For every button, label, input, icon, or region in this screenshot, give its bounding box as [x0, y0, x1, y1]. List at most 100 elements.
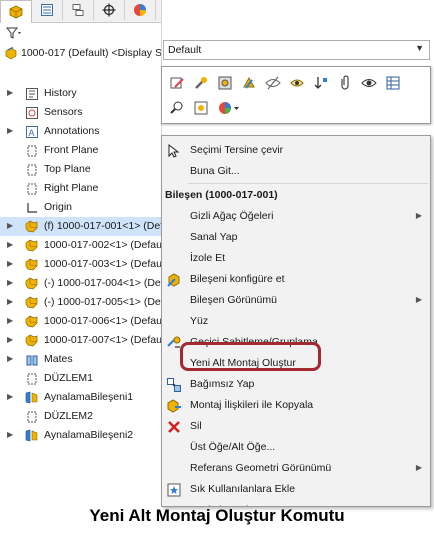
tree-item-label: 1000-017-006<1> (Defaul — [44, 315, 162, 327]
tree-item[interactable]: ▶ A Annotations — [0, 122, 161, 141]
menu-item-bile-eni-konfig-re-et[interactable]: Bileşeni konfigüre et — [162, 269, 430, 290]
tree-item-label: Mates — [44, 353, 73, 365]
menu-item-sanal-yap[interactable]: Sanal Yap — [162, 227, 430, 248]
component-icon — [24, 276, 39, 291]
tree-item-label: History — [44, 87, 77, 99]
menu-item-s-k-kullan-lanlara-ekle[interactable]: Sık Kullanılanlara Ekle — [162, 479, 430, 500]
display-manager-icon — [134, 4, 146, 16]
edit-part-button[interactable] — [168, 74, 186, 92]
chevron-right-icon[interactable]: ▶ — [7, 240, 15, 250]
menu-item-bile-en-g-r-n-m[interactable]: Bileşen Görünümü ▶ — [162, 290, 430, 311]
menu-item-label: Seçimi Tersine çevir — [190, 144, 284, 156]
copy-with-mates-icon — [166, 398, 182, 414]
table-button[interactable] — [384, 74, 402, 92]
chevron-right-icon[interactable]: ▶ — [7, 354, 15, 364]
tree-item[interactable]: ▶ 1000-017-006<1> (Defaul — [0, 312, 161, 331]
tab-dimxpert[interactable] — [94, 0, 125, 20]
chevron-right-icon[interactable]: ▶ — [7, 278, 15, 288]
tree-item[interactable]: Front Plane — [0, 141, 161, 160]
appearance-button[interactable] — [216, 99, 242, 117]
plane-icon — [24, 409, 39, 424]
chevron-right-icon[interactable]: ▶ — [7, 392, 15, 402]
sensors-icon — [24, 105, 39, 120]
menu-section-header: Bileşen (1000-017-001) — [162, 185, 430, 205]
tree-item[interactable]: Sensors — [0, 103, 161, 122]
menu-item-gizli-a-a-eleri[interactable]: Gizli Ağaç Öğeleri ▶ — [162, 206, 430, 227]
menu-item-montaj-i-li-kileri-ile-kopyala[interactable]: Montaj İlişkileri ile Kopyala — [162, 395, 430, 416]
tree-filter[interactable] — [0, 23, 161, 43]
make-independent-icon — [166, 377, 182, 393]
tab-display-manager[interactable] — [125, 0, 156, 20]
wrench-icon — [195, 77, 207, 89]
tree-item[interactable]: DÜZLEM2 — [0, 407, 161, 426]
show-hide-button[interactable] — [360, 74, 378, 92]
configuration-dropdown[interactable]: Default ▼ — [163, 40, 430, 60]
menu-item-st-e-alt-e[interactable]: Üst Öğe/Alt Öğe... — [162, 437, 430, 458]
rebuild-button[interactable] — [312, 74, 330, 92]
tab-feature-manager[interactable] — [0, 0, 32, 23]
hide-components-button[interactable] — [264, 74, 282, 92]
tree-item[interactable]: ▶ 1000-017-002<1> (Defaul — [0, 236, 161, 255]
add-favorites-icon — [166, 482, 182, 498]
menu-item-ba-ms-z-yap[interactable]: Bağımsız Yap — [162, 374, 430, 395]
feature-manager-icon — [9, 5, 23, 19]
appearance-icon — [219, 102, 239, 114]
tree-item-label: Annotations — [44, 125, 100, 137]
menu-item-se-imi-tersine-evir[interactable]: Seçimi Tersine çevir — [162, 140, 430, 161]
menu-item-label: Sanal Yap — [190, 231, 238, 243]
tree-item[interactable]: ▶ Mates — [0, 350, 161, 369]
filter-icon — [6, 27, 21, 39]
tree-item-label: (-) 1000-017-004<1> (Def — [44, 277, 162, 289]
menu-item-label: Bileşeni konfigüre et — [190, 273, 285, 285]
tree-item-label: 1000-017-003<1> (Defaul — [44, 258, 162, 270]
isolate-button[interactable] — [288, 74, 306, 92]
menu-item-label: Yüz — [190, 315, 209, 327]
chevron-right-icon[interactable]: ▶ — [7, 316, 15, 326]
tree-item[interactable]: Right Plane — [0, 179, 161, 198]
tree-item[interactable]: ▶ History — [0, 84, 161, 103]
chevron-right-icon[interactable]: ▶ — [7, 297, 15, 307]
menu-item-sil[interactable]: Sil — [162, 416, 430, 437]
tree-item[interactable]: ▶ (-) 1000-017-005<1> (Def — [0, 293, 161, 312]
zoom-to-selection-button[interactable] — [168, 99, 186, 117]
attach-button[interactable] — [336, 74, 354, 92]
smart-fasteners-button[interactable] — [192, 74, 210, 92]
eye-slash-icon — [265, 76, 281, 90]
chevron-right-icon[interactable]: ▶ — [7, 430, 15, 440]
chevron-right-icon[interactable]: ▶ — [7, 221, 15, 231]
panel-tab-bar — [0, 0, 161, 23]
change-transparency-button[interactable] — [240, 74, 258, 92]
menu-item-label: Sık Kullanılanlara Ekle — [190, 483, 296, 495]
menu-item-label: Bileşen Görünümü — [190, 294, 277, 306]
menu-item-buna-git[interactable]: Buna Git... — [162, 161, 430, 182]
submenu-arrow-icon: ▶ — [415, 463, 422, 472]
tree-item[interactable]: Top Plane — [0, 160, 161, 179]
chevron-right-icon[interactable]: ▶ — [7, 335, 15, 345]
menu-item-referans-geometri-g-r-n-m[interactable]: Referans Geometri Görünümü ▶ — [162, 458, 430, 479]
assembly-root[interactable]: 1000-017 (Default) <Display St — [4, 44, 161, 62]
open-part-button[interactable] — [192, 99, 210, 117]
tree-item[interactable]: ▶ AynalamaBileşeni2 — [0, 426, 161, 445]
svg-text:A: A — [28, 128, 34, 138]
tree-item[interactable]: ▶ 1000-017-003<1> (Defaul — [0, 255, 161, 274]
eye-icon — [361, 79, 377, 87]
chevron-right-icon[interactable]: ▶ — [7, 126, 15, 136]
tree-item[interactable]: DÜZLEM1 — [0, 369, 161, 388]
mate-button[interactable] — [216, 74, 234, 92]
tree-item[interactable]: Origin — [0, 198, 161, 217]
tree-item[interactable]: ▶ (f) 1000-017-001<1> (Def — [0, 217, 161, 236]
paperclip-icon — [341, 75, 349, 90]
tree-item[interactable]: ▶ (-) 1000-017-004<1> (Def — [0, 274, 161, 293]
tree-item-label: Sensors — [44, 106, 83, 118]
menu-item-y-z[interactable]: Yüz — [162, 311, 430, 332]
history-icon — [24, 86, 39, 101]
tab-configuration-manager[interactable] — [63, 0, 94, 20]
tree-item[interactable]: ▶ 1000-017-007<1> (Defaul — [0, 331, 161, 350]
chevron-right-icon[interactable]: ▶ — [7, 259, 15, 269]
tree-item[interactable]: ▶ AynalamaBileşeni1 — [0, 388, 161, 407]
tab-property-manager[interactable] — [32, 0, 63, 20]
mates-icon — [24, 352, 39, 367]
chevron-right-icon[interactable]: ▶ — [7, 88, 15, 98]
menu-item-i-zole-et[interactable]: İzole Et — [162, 248, 430, 269]
component-icon — [24, 295, 39, 310]
